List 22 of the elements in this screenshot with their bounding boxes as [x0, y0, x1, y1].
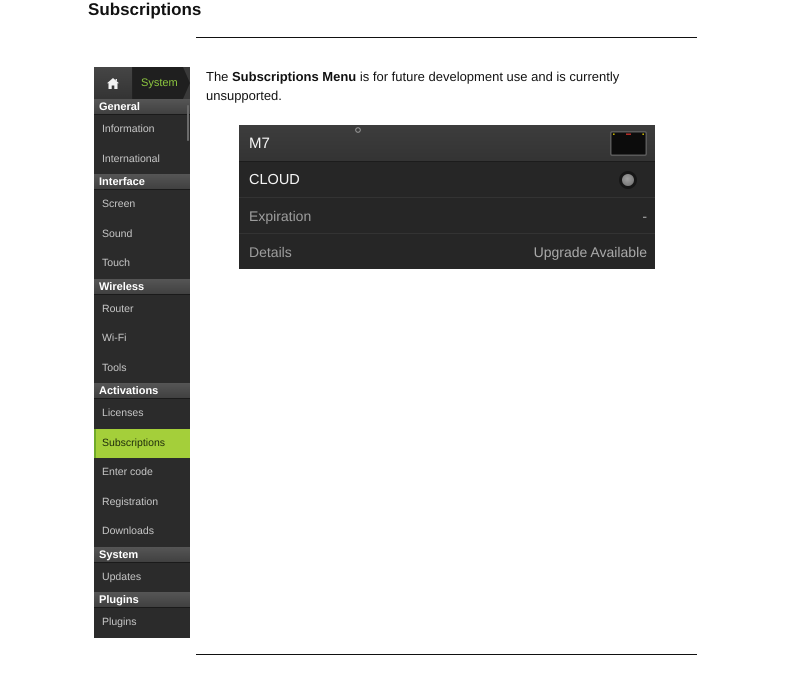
row-value: -: [642, 208, 647, 224]
row-value: Upgrade Available: [534, 244, 647, 260]
sidebar-item[interactable]: Subscriptions: [94, 428, 190, 458]
section-header: System: [94, 546, 190, 562]
breadcrumb-tab[interactable]: System: [133, 67, 190, 99]
description-text: The Subscriptions Menu is for future development use and is currently unsupported.: [206, 68, 620, 105]
toggle-dot[interactable]: [619, 170, 637, 188]
row-label: Details: [249, 244, 292, 260]
section-header: Interface: [94, 174, 190, 190]
panel-title: M7: [249, 134, 270, 152]
section-header: General: [94, 99, 190, 115]
section-header: Wireless: [94, 278, 190, 294]
screen-icon[interactable]: [610, 130, 647, 156]
page-heading: Subscriptions: [88, 0, 202, 20]
section-header: Activations: [94, 383, 190, 399]
home-icon: [107, 78, 119, 88]
home-button[interactable]: [94, 67, 133, 99]
row-label: Expiration: [249, 208, 312, 224]
ring-icon: [355, 127, 361, 133]
row-label: CLOUD: [249, 172, 300, 188]
section-header: Plugins: [94, 592, 190, 608]
scrollbar-thumb[interactable]: [187, 105, 189, 141]
